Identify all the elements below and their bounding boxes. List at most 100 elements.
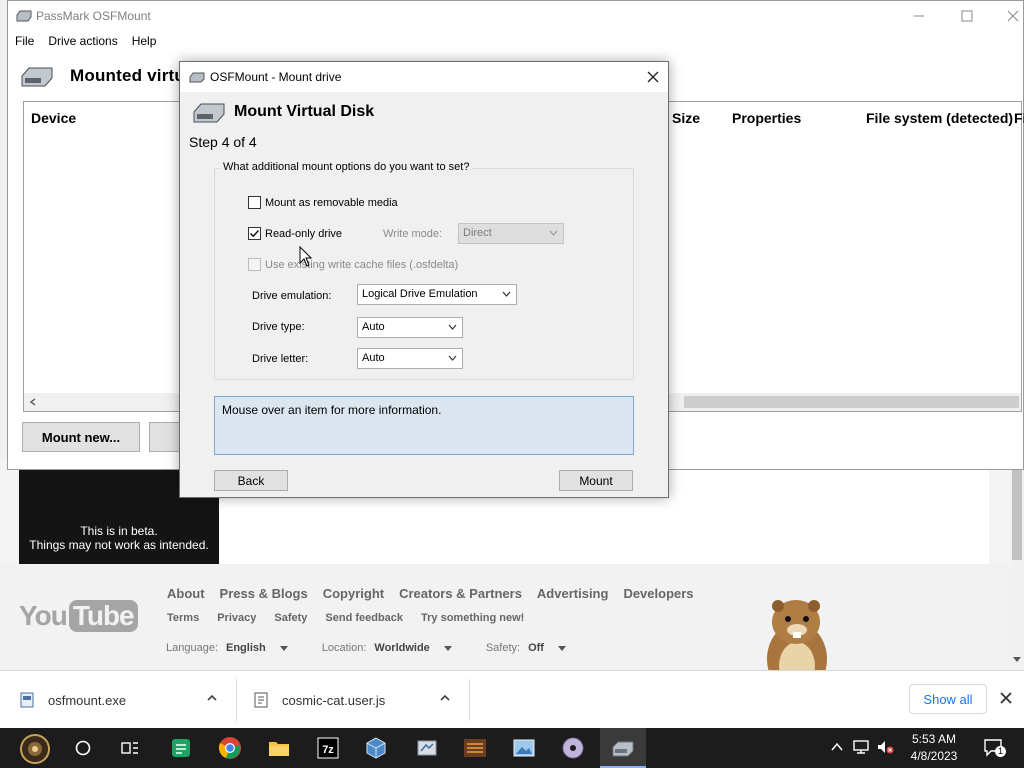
taskbar-app-explorer[interactable] xyxy=(265,734,293,762)
scroll-down-icon[interactable] xyxy=(1013,657,1021,662)
column-file-system[interactable]: File system (detected) xyxy=(866,110,1013,126)
taskbar-clock[interactable]: 5:53 AM 4/8/2023 xyxy=(905,731,963,765)
taskbar-app-virtualbox[interactable] xyxy=(362,734,390,762)
dialog-title-bar[interactable]: OSFMount - Mount drive xyxy=(180,62,668,92)
start-orb-icon xyxy=(20,734,50,764)
close-icon[interactable] xyxy=(1006,9,1020,23)
taskbar-app-disc[interactable] xyxy=(559,734,587,762)
back-button[interactable]: Back xyxy=(214,470,288,491)
mount-options-group-label: What additional mount options do you wan… xyxy=(220,161,473,173)
menu-help[interactable]: Help xyxy=(125,32,164,52)
mount-new-button[interactable]: Mount new... xyxy=(22,422,140,452)
footer-link-try-new[interactable]: Try something new! xyxy=(421,612,524,624)
minimize-icon[interactable] xyxy=(912,9,926,23)
column-size[interactable]: Size xyxy=(672,110,700,126)
readonly-label[interactable]: Read-only drive xyxy=(265,228,342,240)
task-view-button[interactable] xyxy=(116,734,144,762)
chevron-down-icon xyxy=(502,291,511,297)
taskbar-app-osfmount[interactable] xyxy=(609,734,637,762)
checkmark-icon xyxy=(249,229,260,238)
location-select[interactable]: Worldwide xyxy=(374,642,429,654)
footer-link-terms[interactable]: Terms xyxy=(167,612,199,624)
list-scrollbar-thumb[interactable] xyxy=(684,396,1019,408)
page-scrollbar[interactable] xyxy=(1010,460,1024,670)
drive-emulation-value: Logical Drive Emulation xyxy=(362,288,478,300)
info-panel: Mouse over an item for more information. xyxy=(214,396,634,455)
chevron-down-icon xyxy=(549,230,558,236)
taskbar-search[interactable] xyxy=(69,734,97,762)
circle-search-icon xyxy=(75,740,91,756)
youtube-logo[interactable]: You Tube xyxy=(19,600,138,632)
footer-link-privacy[interactable]: Privacy xyxy=(217,612,256,624)
download-filename: cosmic-cat.user.js xyxy=(282,692,386,708)
safety-select[interactable]: Off xyxy=(528,642,544,654)
taskbar-app-hex[interactable] xyxy=(461,734,489,762)
svg-text:7z: 7z xyxy=(322,744,334,756)
folder-icon xyxy=(269,742,289,756)
page-scrollbar-thumb[interactable] xyxy=(1012,470,1022,560)
app-drive-icon xyxy=(189,72,205,83)
beta-line-1: This is in beta. xyxy=(80,524,158,538)
taskbar-app-tool[interactable] xyxy=(413,734,441,762)
show-all-downloads-button[interactable]: Show all xyxy=(909,684,987,714)
language-select[interactable]: English xyxy=(226,642,266,654)
location-caret-icon xyxy=(443,645,452,651)
column-properties[interactable]: Properties xyxy=(732,110,801,126)
column-device[interactable]: Device xyxy=(31,110,76,126)
footer-link-developers[interactable]: Developers xyxy=(623,586,693,601)
drive-type-select[interactable]: Auto xyxy=(357,317,463,338)
start-button[interactable] xyxy=(18,732,52,766)
column-fi[interactable]: Fi xyxy=(1014,110,1024,126)
network-icon[interactable] xyxy=(852,739,870,755)
safety-caret-icon xyxy=(557,645,566,651)
footer-link-copyright[interactable]: Copyright xyxy=(323,586,384,601)
7zip-icon: 7z xyxy=(317,737,339,759)
mount-button[interactable]: Mount xyxy=(559,470,633,491)
removable-media-label[interactable]: Mount as removable media xyxy=(265,197,398,209)
taskbar-app-7zip[interactable]: 7z xyxy=(314,734,342,762)
removable-media-checkbox[interactable] xyxy=(248,196,261,209)
main-title-bar[interactable]: PassMark OSFMount xyxy=(8,1,1023,31)
maximize-icon[interactable] xyxy=(960,9,974,23)
footer-link-feedback[interactable]: Send feedback xyxy=(325,612,403,624)
use-cache-checkbox xyxy=(248,258,261,271)
volume-muted-icon[interactable] xyxy=(876,739,894,755)
download-item-osfmount[interactable]: osfmount.exe xyxy=(20,671,126,729)
mouse-cursor-icon xyxy=(299,246,313,267)
footer-link-creators[interactable]: Creators & Partners xyxy=(399,586,522,601)
chevron-up-icon[interactable] xyxy=(831,742,843,752)
exe-file-icon xyxy=(20,692,34,708)
menu-drive-actions[interactable]: Drive actions xyxy=(41,32,124,52)
readonly-checkbox[interactable] xyxy=(248,227,261,240)
footer-link-safety[interactable]: Safety xyxy=(274,612,307,624)
menu-file[interactable]: File xyxy=(8,32,41,52)
dialog-header: Mount Virtual Disk xyxy=(192,100,374,124)
footer-link-advertising[interactable]: Advertising xyxy=(537,586,609,601)
close-icon[interactable] xyxy=(646,70,660,84)
chevron-up-icon[interactable] xyxy=(207,693,217,703)
chevron-up-icon[interactable] xyxy=(440,693,450,703)
close-icon[interactable] xyxy=(998,690,1014,706)
footer-link-about[interactable]: About xyxy=(167,586,205,601)
chevron-down-icon xyxy=(448,355,457,361)
app-drive-icon xyxy=(16,10,32,22)
chevron-left-icon[interactable] xyxy=(29,398,37,406)
taskbar-app-photos[interactable] xyxy=(510,734,538,762)
dialog-heading: Mount Virtual Disk xyxy=(234,103,375,120)
task-view-icon xyxy=(121,742,138,754)
write-mode-value: Direct xyxy=(463,227,492,239)
downloads-bar: osfmount.exe cosmic-cat.user.js xyxy=(0,670,1024,728)
download-separator xyxy=(236,679,237,721)
drive-emulation-select[interactable]: Logical Drive Emulation xyxy=(357,284,517,305)
hex-editor-icon xyxy=(464,739,486,757)
taskbar-app-sheets[interactable] xyxy=(167,734,195,762)
notification-center-button[interactable]: 1 xyxy=(983,738,1006,758)
download-item-cosmic-cat[interactable]: cosmic-cat.user.js xyxy=(254,671,385,729)
drive-type-value: Auto xyxy=(362,321,385,333)
taskbar-app-chrome[interactable] xyxy=(216,734,244,762)
footer-link-press[interactable]: Press & Blogs xyxy=(220,586,308,601)
hard-drive-icon xyxy=(193,103,225,123)
logo-tube: Tube xyxy=(68,600,138,632)
drive-letter-select[interactable]: Auto xyxy=(357,348,463,369)
drive-letter-value: Auto xyxy=(362,352,385,364)
